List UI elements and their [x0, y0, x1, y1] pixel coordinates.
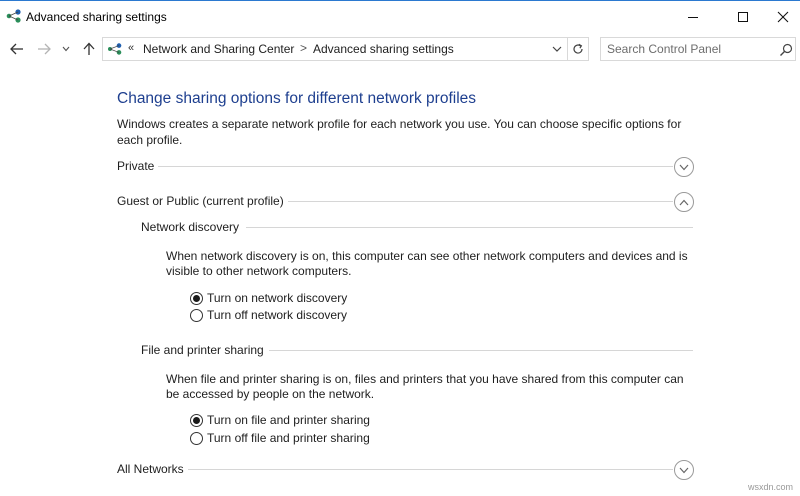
section-divider: [285, 201, 673, 202]
main-content: Change sharing options for different net…: [0, 66, 800, 496]
close-button[interactable]: [760, 1, 800, 32]
radio-button-selected[interactable]: [190, 291, 203, 305]
file-printer-sharing-heading: File and printer sharing: [141, 342, 693, 360]
section-divider: [269, 350, 693, 351]
section-divider: [153, 166, 673, 167]
chevron-down-icon[interactable]: [551, 43, 563, 55]
back-arrow-icon: [10, 43, 23, 55]
up-button[interactable]: [80, 41, 98, 57]
page-title: Change sharing options for different net…: [117, 90, 477, 107]
network-icon: [6, 9, 21, 23]
radio-label[interactable]: Turn on file and printer sharing: [207, 413, 370, 427]
radio-label[interactable]: Turn off network discovery: [207, 308, 347, 322]
chevron-down-icon: [62, 46, 70, 52]
network-discovery-text: When network discovery is on, this compu…: [166, 249, 688, 278]
profile-private[interactable]: Private: [117, 157, 695, 179]
radio-button-selected[interactable]: [190, 413, 203, 427]
section-divider: [246, 227, 693, 228]
back-button[interactable]: [8, 41, 26, 57]
recent-locations-button[interactable]: [60, 41, 72, 57]
profile-label-guest-public[interactable]: Guest or Public (current profile): [117, 194, 288, 208]
radio-turn-off-network-discovery[interactable]: Turn off network discovery: [190, 307, 347, 323]
minimize-button[interactable]: [670, 1, 716, 32]
chevron-down-icon: [679, 467, 689, 473]
radio-label[interactable]: Turn on network discovery: [207, 291, 347, 305]
expand-all-networks-button[interactable]: [674, 460, 694, 480]
maximize-icon: [738, 11, 748, 22]
chevron-down-icon: [679, 164, 689, 170]
forward-arrow-icon: [38, 43, 51, 55]
minimize-icon: [688, 16, 698, 18]
close-icon: [777, 11, 789, 22]
watermark: wsxdn.com: [748, 482, 794, 492]
address-bar[interactable]: « Network and Sharing Center > Advanced …: [102, 37, 568, 61]
title-bar: Advanced sharing settings: [0, 0, 800, 32]
radio-turn-on-network-discovery[interactable]: Turn on network discovery: [190, 290, 347, 306]
breadcrumb-network-sharing-center[interactable]: Network and Sharing Center: [143, 42, 294, 56]
breadcrumb-separator[interactable]: >: [300, 41, 307, 55]
network-icon: [108, 43, 122, 55]
profile-label-private[interactable]: Private: [117, 159, 159, 173]
address-overflow[interactable]: «: [128, 42, 134, 54]
section-divider: [187, 469, 673, 470]
network-discovery-heading: Network discovery: [141, 219, 693, 237]
search-icon[interactable]: [779, 43, 793, 57]
chevron-up-icon: [679, 199, 689, 205]
navigation-bar: « Network and Sharing Center > Advanced …: [0, 32, 800, 66]
radio-label[interactable]: Turn off file and printer sharing: [207, 431, 370, 445]
profile-label-all-networks[interactable]: All Networks: [117, 462, 188, 476]
network-discovery-label: Network discovery: [141, 220, 240, 234]
breadcrumb-advanced-sharing-settings[interactable]: Advanced sharing settings: [313, 42, 454, 56]
radio-turn-off-file-printer-sharing[interactable]: Turn off file and printer sharing: [190, 430, 370, 446]
file-printer-sharing-text: When file and printer sharing is on, fil…: [166, 372, 684, 401]
file-printer-sharing-label: File and printer sharing: [141, 343, 264, 357]
profile-guest-public[interactable]: Guest or Public (current profile): [117, 192, 695, 214]
radio-button[interactable]: [190, 431, 203, 445]
radio-button[interactable]: [190, 308, 203, 322]
page-description: Windows creates a separate network profi…: [117, 117, 682, 147]
refresh-icon: [572, 43, 583, 54]
profile-all-networks[interactable]: All Networks: [117, 460, 695, 482]
expand-private-button[interactable]: [674, 157, 694, 177]
refresh-button[interactable]: [567, 37, 589, 61]
search-input[interactable]: [607, 41, 767, 57]
collapse-guest-public-button[interactable]: [674, 192, 694, 212]
window-title: Advanced sharing settings: [26, 10, 167, 24]
up-arrow-icon: [83, 42, 95, 55]
forward-button[interactable]: [35, 41, 53, 57]
search-box[interactable]: [600, 37, 796, 61]
radio-turn-on-file-printer-sharing[interactable]: Turn on file and printer sharing: [190, 412, 370, 428]
